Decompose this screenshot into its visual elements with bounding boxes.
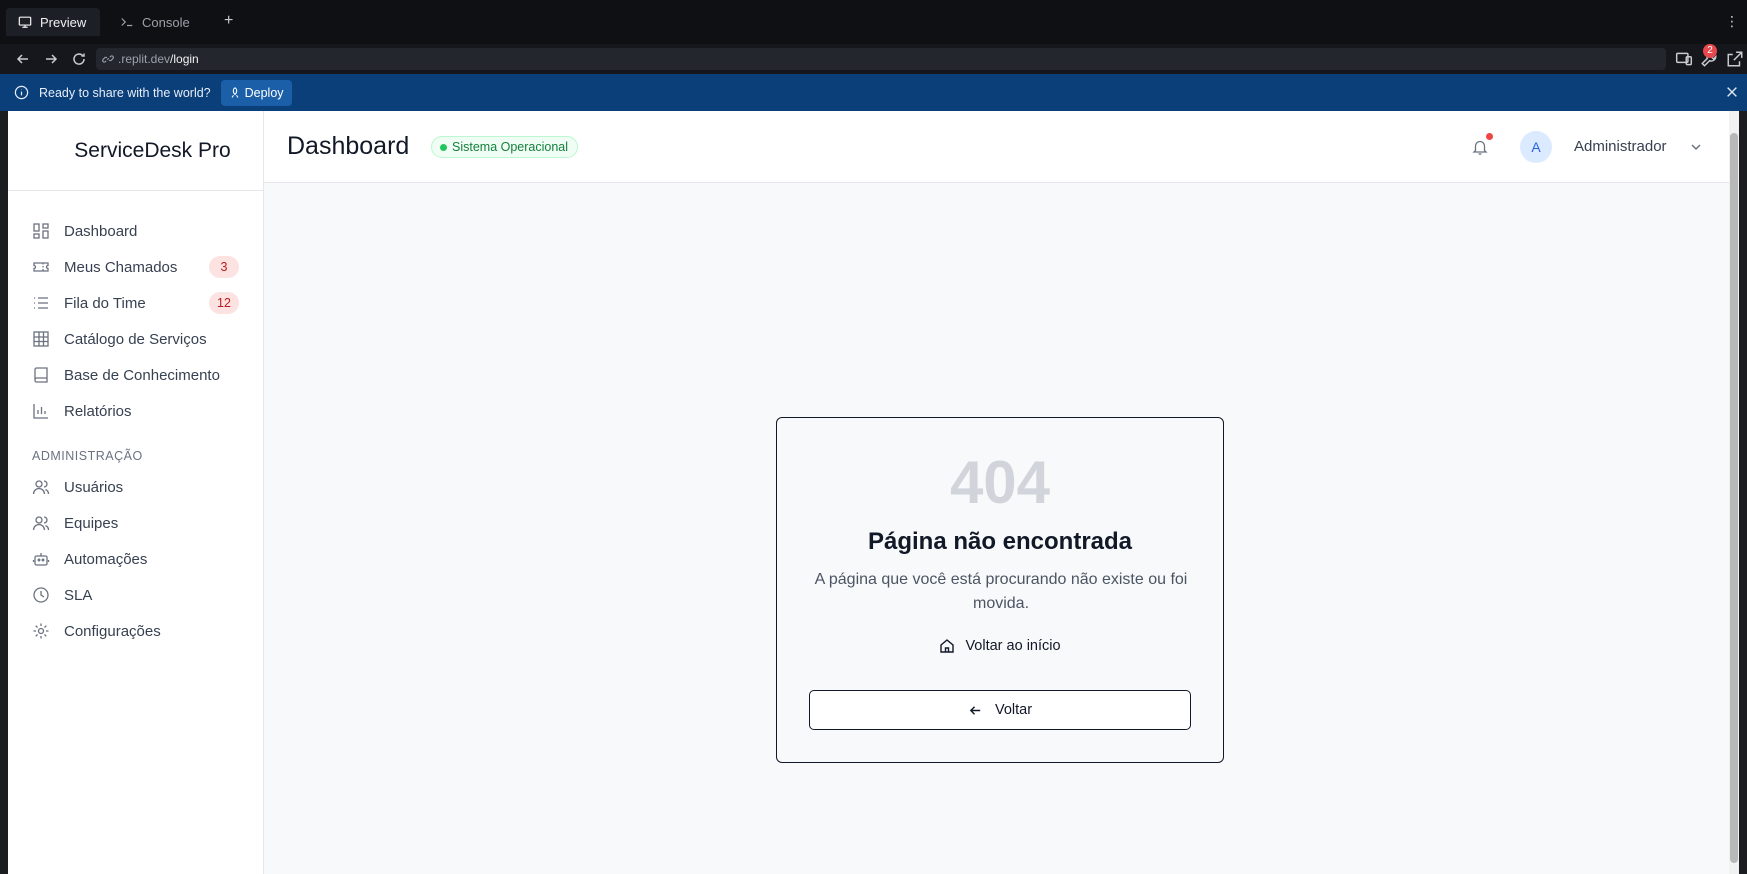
sidebar-item-usuarios[interactable]: Usuários <box>8 469 263 505</box>
info-icon <box>14 85 29 100</box>
sidebar-item-label: Base de Conhecimento <box>64 366 220 384</box>
notification-count-badge: 2 <box>1703 44 1717 58</box>
sidebar-item-label: Fila do Time <box>64 294 146 312</box>
team-icon <box>32 516 50 531</box>
url-bar-row: .replit.dev/login 2 <box>0 44 1747 74</box>
sidebar-item-meus-chamados[interactable]: Meus Chamados 3 <box>8 249 263 285</box>
gear-icon <box>33 623 49 639</box>
deploy-button[interactable]: Deploy <box>220 79 292 106</box>
monitor-icon <box>18 16 32 28</box>
more-options-icon[interactable]: ⋮ <box>1725 13 1739 30</box>
sidebar-item-equipes[interactable]: Equipes <box>8 505 263 541</box>
home-icon <box>940 639 955 653</box>
ticket-icon <box>33 262 49 272</box>
book-icon <box>34 367 48 383</box>
chevron-down-icon[interactable] <box>1688 139 1704 155</box>
admin-section-heading: ADMINISTRAÇÃO <box>32 449 143 463</box>
sidebar-item-fila-do-time[interactable]: Fila do Time 12 <box>8 285 263 321</box>
url-path: /login <box>170 52 199 66</box>
notification-dot <box>1486 133 1493 140</box>
list-icon <box>34 297 48 309</box>
count-badge: 3 <box>209 256 239 278</box>
sidebar-item-label: Equipes <box>64 514 119 532</box>
clock-icon <box>33 587 49 603</box>
scrollbar-thumb[interactable] <box>1730 133 1738 863</box>
count-badge: 12 <box>209 292 239 314</box>
link-icon <box>102 55 114 63</box>
tab-preview[interactable]: Preview <box>6 8 100 36</box>
home-button-label: Voltar ao início <box>965 638 1061 654</box>
terminal-icon <box>121 18 133 27</box>
brand-title: ServiceDesk Pro <box>8 111 263 191</box>
deploy-label: Deploy <box>244 85 284 100</box>
bot-icon <box>32 553 50 566</box>
back-button[interactable]: Voltar <box>809 690 1191 730</box>
add-tab-button[interactable]: + <box>224 12 233 30</box>
avatar[interactable]: A <box>1520 131 1552 163</box>
devices-icon[interactable] <box>1675 50 1693 68</box>
back-arrow-icon[interactable] <box>15 51 31 67</box>
top-header: Dashboard Sistema Operacional A Administ… <box>264 111 1729 183</box>
rocket-icon <box>231 86 239 98</box>
home-button[interactable]: Voltar ao início <box>777 634 1223 658</box>
page-title: Dashboard <box>287 132 410 160</box>
sidebar-item-base-conhecimento[interactable]: Base de Conhecimento <box>8 357 263 393</box>
close-icon[interactable] <box>1725 85 1739 99</box>
sidebar-menu: Dashboard Meus Chamados 3 Fila do Time 1… <box>8 191 263 649</box>
sidebar-item-sla[interactable]: SLA <box>8 577 263 613</box>
error-code: 404 <box>949 449 1051 516</box>
sidebar-item-catalogo[interactable]: Catálogo de Serviços <box>8 321 263 357</box>
sidebar-item-label: Dashboard <box>64 222 138 240</box>
back-button-label: Voltar <box>994 702 1033 718</box>
sidebar-item-label: Automações <box>64 550 148 568</box>
url-input[interactable]: .replit.dev/login <box>96 48 1666 70</box>
tab-label: Console <box>142 14 190 30</box>
deploy-banner: Ready to share with the world? Deploy <box>0 74 1747 111</box>
sidebar-item-label: Usuários <box>64 478 124 496</box>
status-text: Sistema Operacional <box>452 140 569 154</box>
tab-console[interactable]: Console <box>108 8 202 36</box>
tab-label: Preview <box>40 14 87 30</box>
url-domain: .replit.dev <box>118 52 171 66</box>
sidebar: ServiceDesk Pro Dashboard Meus Chamados … <box>8 111 264 874</box>
users-icon <box>32 480 50 495</box>
error-message: A página que você está procurando não ex… <box>814 571 1188 612</box>
bell-icon[interactable] <box>1471 138 1489 156</box>
bar-chart-icon <box>33 404 48 419</box>
sidebar-item-label: Catálogo de Serviços <box>64 330 207 348</box>
sidebar-item-automacoes[interactable]: Automações <box>8 541 263 577</box>
arrow-left-icon <box>969 705 981 715</box>
ide-left-edge <box>0 111 8 874</box>
grid-icon <box>33 223 49 239</box>
error-title: Página não encontrada <box>867 528 1133 555</box>
sidebar-item-relatorios[interactable]: Relatórios <box>8 393 263 429</box>
sidebar-item-label: Relatórios <box>64 402 132 420</box>
ide-tab-bar: Preview Console + ⋮ <box>0 0 1747 44</box>
sidebar-item-label: Meus Chamados <box>64 258 178 276</box>
status-badge: Sistema Operacional <box>431 136 579 158</box>
status-dot <box>440 143 447 151</box>
table-icon <box>33 331 49 347</box>
sidebar-item-label: Configurações <box>64 622 161 640</box>
banner-message: Ready to share with the world? <box>39 85 211 100</box>
sidebar-item-dashboard[interactable]: Dashboard <box>8 213 263 249</box>
sidebar-item-configuracoes[interactable]: Configurações <box>8 613 263 649</box>
sidebar-item-label: SLA <box>64 586 93 604</box>
scrollbar[interactable] <box>1729 111 1739 874</box>
reload-icon[interactable] <box>71 51 87 67</box>
user-name[interactable]: Administrador <box>1574 138 1667 155</box>
not-found-card: 404 Página não encontrada A página que v… <box>776 417 1224 763</box>
external-link-icon[interactable] <box>1726 50 1744 68</box>
app-preview: ServiceDesk Pro Dashboard Meus Chamados … <box>8 111 1739 874</box>
forward-arrow-icon[interactable] <box>43 51 59 67</box>
